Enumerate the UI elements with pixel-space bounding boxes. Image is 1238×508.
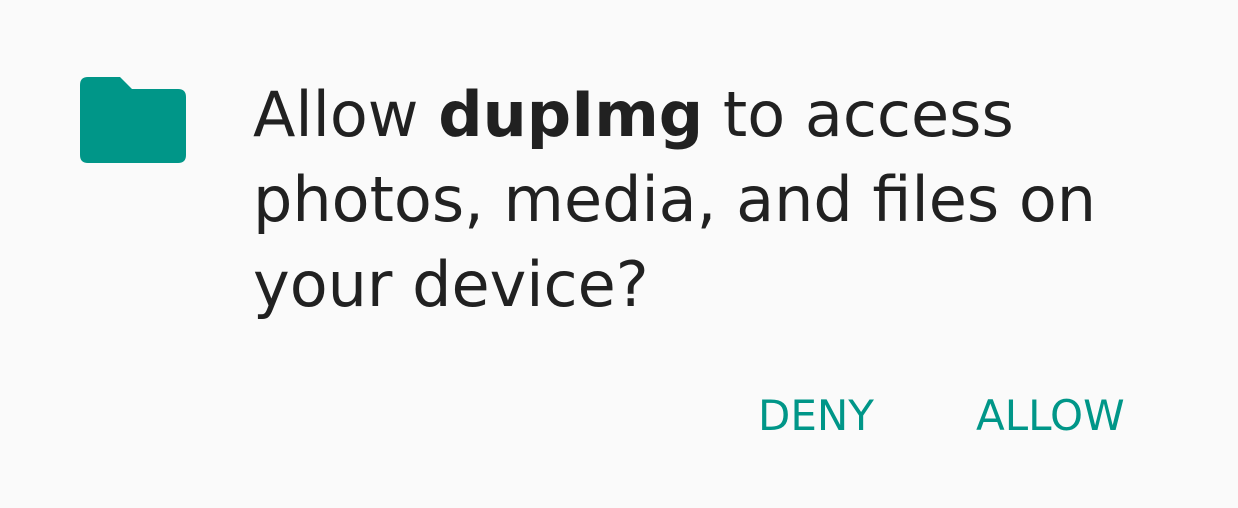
permission-dialog: Allow dupImg to access photos, media, an… — [0, 0, 1238, 508]
allow-button[interactable]: ALLOW — [976, 388, 1125, 444]
permission-message: Allow dupImg to access photos, media, an… — [253, 72, 1183, 327]
deny-button[interactable]: DENY — [758, 388, 874, 444]
app-name: dupImg — [438, 78, 704, 151]
folder-icon — [80, 77, 186, 163]
message-prefix: Allow — [253, 78, 439, 151]
